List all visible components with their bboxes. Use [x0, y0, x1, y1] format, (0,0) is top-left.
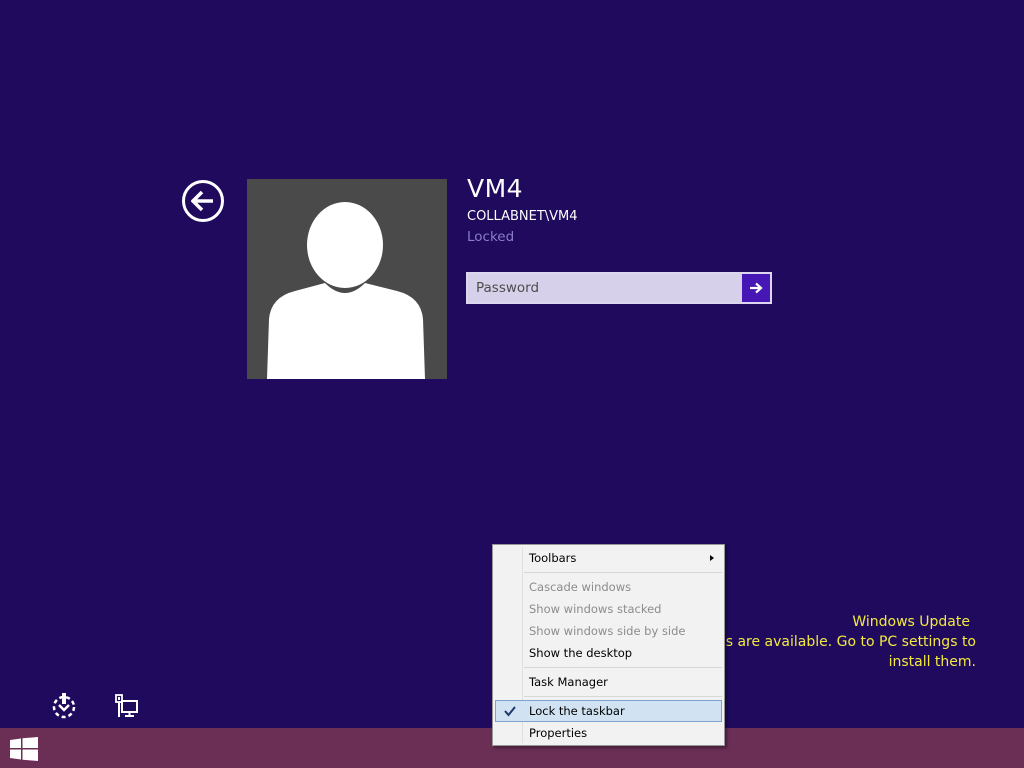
user-avatar	[247, 179, 447, 379]
menu-item-cascade-windows[interactable]: Cascade windows	[495, 576, 722, 598]
ease-of-access-icon	[52, 693, 76, 719]
menu-item-lock-taskbar[interactable]: Lock the taskbar	[495, 700, 722, 722]
network-icon	[115, 694, 138, 717]
menu-item-toolbars[interactable]: Toolbars	[495, 547, 722, 569]
windows-logo-icon	[10, 737, 38, 761]
menu-separator	[524, 572, 722, 573]
start-button[interactable]	[10, 737, 38, 761]
password-input[interactable]	[468, 274, 742, 302]
taskbar-context-menu: Toolbars Cascade windows Show windows st…	[492, 544, 725, 746]
user-name: VM4	[467, 174, 524, 203]
menu-item-label: Cascade windows	[529, 580, 632, 594]
menu-item-properties[interactable]: Properties	[495, 722, 722, 744]
menu-separator	[524, 667, 722, 668]
menu-item-label: Toolbars	[529, 551, 577, 565]
checkmark-icon	[504, 706, 516, 717]
network-button[interactable]	[114, 693, 140, 719]
menu-item-label: Task Manager	[529, 675, 608, 689]
arrow-right-icon	[750, 282, 763, 294]
menu-separator	[524, 696, 722, 697]
menu-item-label: Lock the taskbar	[529, 704, 625, 718]
menu-item-task-manager[interactable]: Task Manager	[495, 671, 722, 693]
menu-item-show-windows-side-by-side[interactable]: Show windows side by side	[495, 620, 722, 642]
user-domain: COLLABNET\VM4	[467, 209, 578, 224]
ease-of-access-button[interactable]	[50, 692, 78, 720]
password-box	[466, 272, 772, 304]
menu-item-show-desktop[interactable]: Show the desktop	[495, 642, 722, 664]
user-silhouette-icon	[267, 202, 425, 379]
back-arrow-icon	[191, 190, 213, 212]
menu-item-label: Show windows stacked	[529, 602, 662, 616]
back-button[interactable]	[182, 180, 224, 222]
menu-item-label: Properties	[529, 726, 588, 740]
user-status: Locked	[467, 229, 515, 245]
submit-button[interactable]	[742, 274, 770, 302]
menu-item-show-windows-stacked[interactable]: Show windows stacked	[495, 598, 722, 620]
menu-item-label: Show windows side by side	[529, 624, 686, 638]
menu-item-label: Show the desktop	[529, 646, 633, 660]
submenu-arrow-icon	[710, 555, 714, 561]
